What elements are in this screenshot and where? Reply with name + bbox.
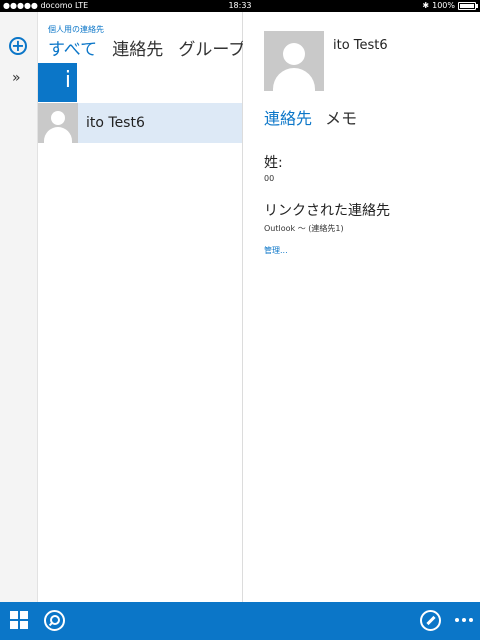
double-chevron-right-icon[interactable]: » bbox=[12, 70, 21, 86]
linked-contacts-label: リンクされた連絡先 bbox=[264, 203, 390, 219]
battery-icon bbox=[458, 2, 478, 10]
avatar bbox=[38, 103, 78, 143]
search-icon[interactable] bbox=[44, 610, 65, 631]
edit-icon[interactable] bbox=[420, 610, 441, 631]
contact-name: ito Test6 bbox=[86, 115, 145, 131]
tab-contact-info[interactable]: 連絡先 bbox=[264, 105, 312, 129]
left-rail: + » bbox=[0, 12, 38, 602]
tab-contacts[interactable]: 連絡先 bbox=[112, 35, 163, 60]
index-letter-tile[interactable]: i bbox=[38, 63, 77, 102]
detail-tabs: 連絡先 メモ bbox=[264, 105, 365, 129]
status-time: 18:33 bbox=[228, 1, 252, 10]
linked-contacts-value: Outlook 〜 (連絡先1) bbox=[264, 224, 344, 233]
avatar[interactable] bbox=[264, 31, 324, 91]
contact-title: ito Test6 bbox=[333, 38, 388, 53]
tab-notes[interactable]: メモ bbox=[325, 105, 357, 129]
status-right: ✱ 100% bbox=[422, 0, 478, 12]
contact-list-pane: 個人用の連絡先 すべて 連絡先 グループ i ito Test6 bbox=[38, 12, 245, 602]
tiles-icon[interactable] bbox=[10, 611, 28, 629]
bottom-app-bar bbox=[0, 602, 480, 640]
surname-label: 姓: bbox=[264, 155, 283, 171]
tab-all[interactable]: すべて bbox=[48, 35, 97, 60]
bluetooth-icon: ✱ bbox=[422, 1, 430, 10]
contact-detail-pane: ito Test6 連絡先 メモ 姓: 00 リンクされた連絡先 Outlook… bbox=[243, 12, 480, 602]
tab-groups[interactable]: グループ bbox=[178, 35, 245, 60]
battery-percent: 100% bbox=[432, 1, 455, 10]
status-bar: ●●●●● docomo LTE 18:33 ✱ 100% bbox=[0, 0, 480, 12]
more-icon[interactable] bbox=[455, 618, 473, 622]
list-item[interactable]: ito Test6 bbox=[38, 103, 242, 143]
surname-value: 00 bbox=[264, 174, 275, 183]
list-subtitle: 個人用の連絡先 bbox=[48, 25, 104, 34]
add-contact-button[interactable]: + bbox=[9, 37, 27, 55]
manage-link[interactable]: 管理... bbox=[264, 245, 288, 256]
list-tabs: すべて 連絡先 グループ bbox=[48, 35, 255, 60]
